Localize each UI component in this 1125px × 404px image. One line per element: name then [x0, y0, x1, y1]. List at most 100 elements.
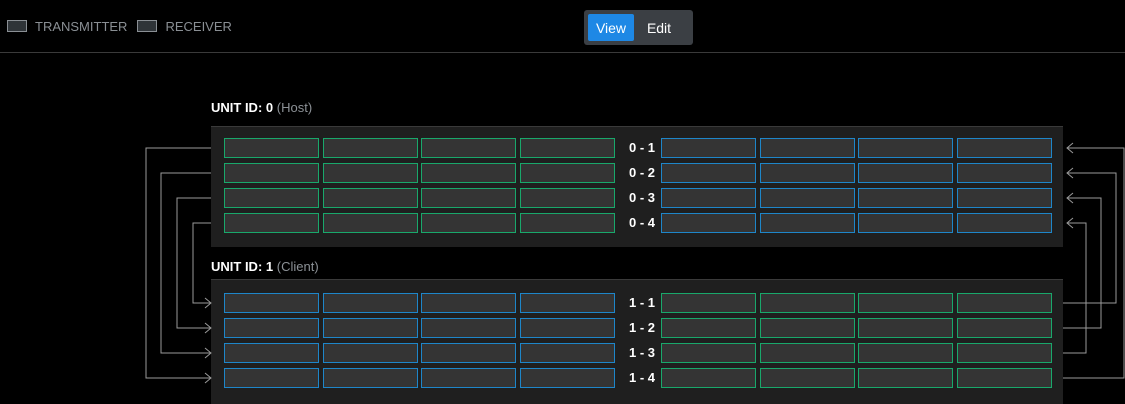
transmitter-slot[interactable]: [760, 293, 855, 313]
arrow-left-icon: [1066, 217, 1074, 229]
transmitter-slot[interactable]: [858, 318, 953, 338]
right-wire: [1063, 172, 1117, 304]
legend-receiver-label: RECEIVER: [165, 18, 232, 34]
receiver-slot[interactable]: [858, 213, 953, 233]
receiver-slot[interactable]: [421, 293, 516, 313]
transmitter-slot[interactable]: [421, 138, 516, 158]
channel-label: 0 - 3: [628, 190, 655, 205]
left-wire: [160, 172, 211, 354]
left-wire: [145, 147, 211, 379]
receiver-slot[interactable]: [858, 163, 953, 183]
legend: TRANSMITTER RECEIVER: [7, 18, 232, 34]
transmitter-slot[interactable]: [520, 138, 615, 158]
receiver-slot[interactable]: [760, 213, 855, 233]
transmitter-slot[interactable]: [421, 213, 516, 233]
transmitter-slot[interactable]: [224, 163, 319, 183]
legend-receiver: RECEIVER: [137, 18, 232, 34]
transmitter-slot[interactable]: [858, 293, 953, 313]
right-wire: [1063, 197, 1102, 329]
arrow-left-icon: [1066, 167, 1074, 179]
transmitter-slot[interactable]: [858, 368, 953, 388]
arrow-left-icon: [1066, 192, 1074, 204]
view-button[interactable]: View: [588, 14, 634, 41]
receiver-slot[interactable]: [323, 343, 418, 363]
receiver-slot[interactable]: [224, 318, 319, 338]
unit-1-panel: 1 - 1 1 - 2 1 - 3 1 - 4: [211, 279, 1063, 404]
transmitter-slot[interactable]: [323, 163, 418, 183]
receiver-slot[interactable]: [858, 138, 953, 158]
receiver-slot[interactable]: [858, 188, 953, 208]
transmitter-slot[interactable]: [760, 343, 855, 363]
legend-transmitter-label: TRANSMITTER: [35, 18, 128, 34]
channel-label: 0 - 4: [628, 215, 655, 230]
transmitter-slot[interactable]: [520, 163, 615, 183]
transmitter-slot[interactable]: [957, 343, 1052, 363]
transmitter-slot[interactable]: [858, 343, 953, 363]
transmitter-slot[interactable]: [520, 213, 615, 233]
left-wire: [176, 197, 211, 329]
unit-0-role: (Host): [276, 100, 313, 115]
unit-0-id-label: UNIT ID:: [211, 100, 263, 115]
receiver-slot[interactable]: [224, 368, 319, 388]
receiver-slot[interactable]: [957, 213, 1052, 233]
right-wire: [1063, 147, 1125, 379]
receiver-swatch-icon: [137, 20, 158, 32]
receiver-slot[interactable]: [957, 188, 1052, 208]
receiver-slot[interactable]: [661, 188, 756, 208]
transmitter-slot[interactable]: [224, 213, 319, 233]
receiver-slot[interactable]: [224, 293, 319, 313]
arrow-left-icon: [1066, 142, 1074, 154]
unit-0-panel: 0 - 1 0 - 2 0 - 3 0 - 4: [211, 126, 1063, 247]
channel-label: 0 - 1: [628, 140, 655, 155]
mode-toggle: View Edit: [584, 10, 693, 45]
receiver-slot[interactable]: [323, 318, 418, 338]
transmitter-slot[interactable]: [957, 368, 1052, 388]
transmitter-slot[interactable]: [957, 318, 1052, 338]
left-wire: [192, 222, 211, 304]
receiver-slot[interactable]: [957, 163, 1052, 183]
transmitter-slot[interactable]: [421, 188, 516, 208]
transmitter-slot[interactable]: [421, 163, 516, 183]
receiver-slot[interactable]: [661, 138, 756, 158]
receiver-slot[interactable]: [760, 163, 855, 183]
transmitter-slot[interactable]: [661, 318, 756, 338]
edit-button[interactable]: Edit: [638, 14, 680, 41]
legend-transmitter: TRANSMITTER: [7, 19, 127, 34]
transmitter-slot[interactable]: [661, 293, 756, 313]
unit-1-id: 1: [265, 259, 274, 274]
channel-label: 1 - 1: [628, 295, 655, 310]
unit-0-label: UNIT ID: 0 (Host): [211, 100, 312, 115]
receiver-slot[interactable]: [760, 188, 855, 208]
right-wire: [1063, 222, 1087, 354]
receiver-slot[interactable]: [661, 163, 756, 183]
transmitter-slot[interactable]: [323, 138, 418, 158]
receiver-slot[interactable]: [421, 343, 516, 363]
receiver-slot[interactable]: [520, 368, 615, 388]
receiver-slot[interactable]: [957, 138, 1052, 158]
transmitter-slot[interactable]: [661, 368, 756, 388]
transmitter-slot[interactable]: [520, 188, 615, 208]
receiver-slot[interactable]: [323, 293, 418, 313]
unit-0-id: 0: [265, 100, 274, 115]
transmitter-slot[interactable]: [323, 213, 418, 233]
receiver-slot[interactable]: [520, 343, 615, 363]
receiver-slot[interactable]: [224, 343, 319, 363]
unit-1-id-label: UNIT ID:: [211, 259, 263, 274]
receiver-slot[interactable]: [661, 213, 756, 233]
receiver-slot[interactable]: [421, 368, 516, 388]
transmitter-slot[interactable]: [224, 138, 319, 158]
receiver-slot[interactable]: [520, 318, 615, 338]
transmitter-slot[interactable]: [957, 293, 1052, 313]
transmitter-slot[interactable]: [760, 318, 855, 338]
transmitter-swatch-icon: [7, 20, 27, 32]
transmitter-slot[interactable]: [760, 368, 855, 388]
header-divider: [0, 52, 1125, 53]
receiver-slot[interactable]: [421, 318, 516, 338]
receiver-slot[interactable]: [520, 293, 615, 313]
transmitter-slot[interactable]: [661, 343, 756, 363]
transmitter-slot[interactable]: [224, 188, 319, 208]
receiver-slot[interactable]: [760, 138, 855, 158]
receiver-slot[interactable]: [323, 368, 418, 388]
channel-label: 1 - 4: [628, 370, 655, 385]
transmitter-slot[interactable]: [323, 188, 418, 208]
